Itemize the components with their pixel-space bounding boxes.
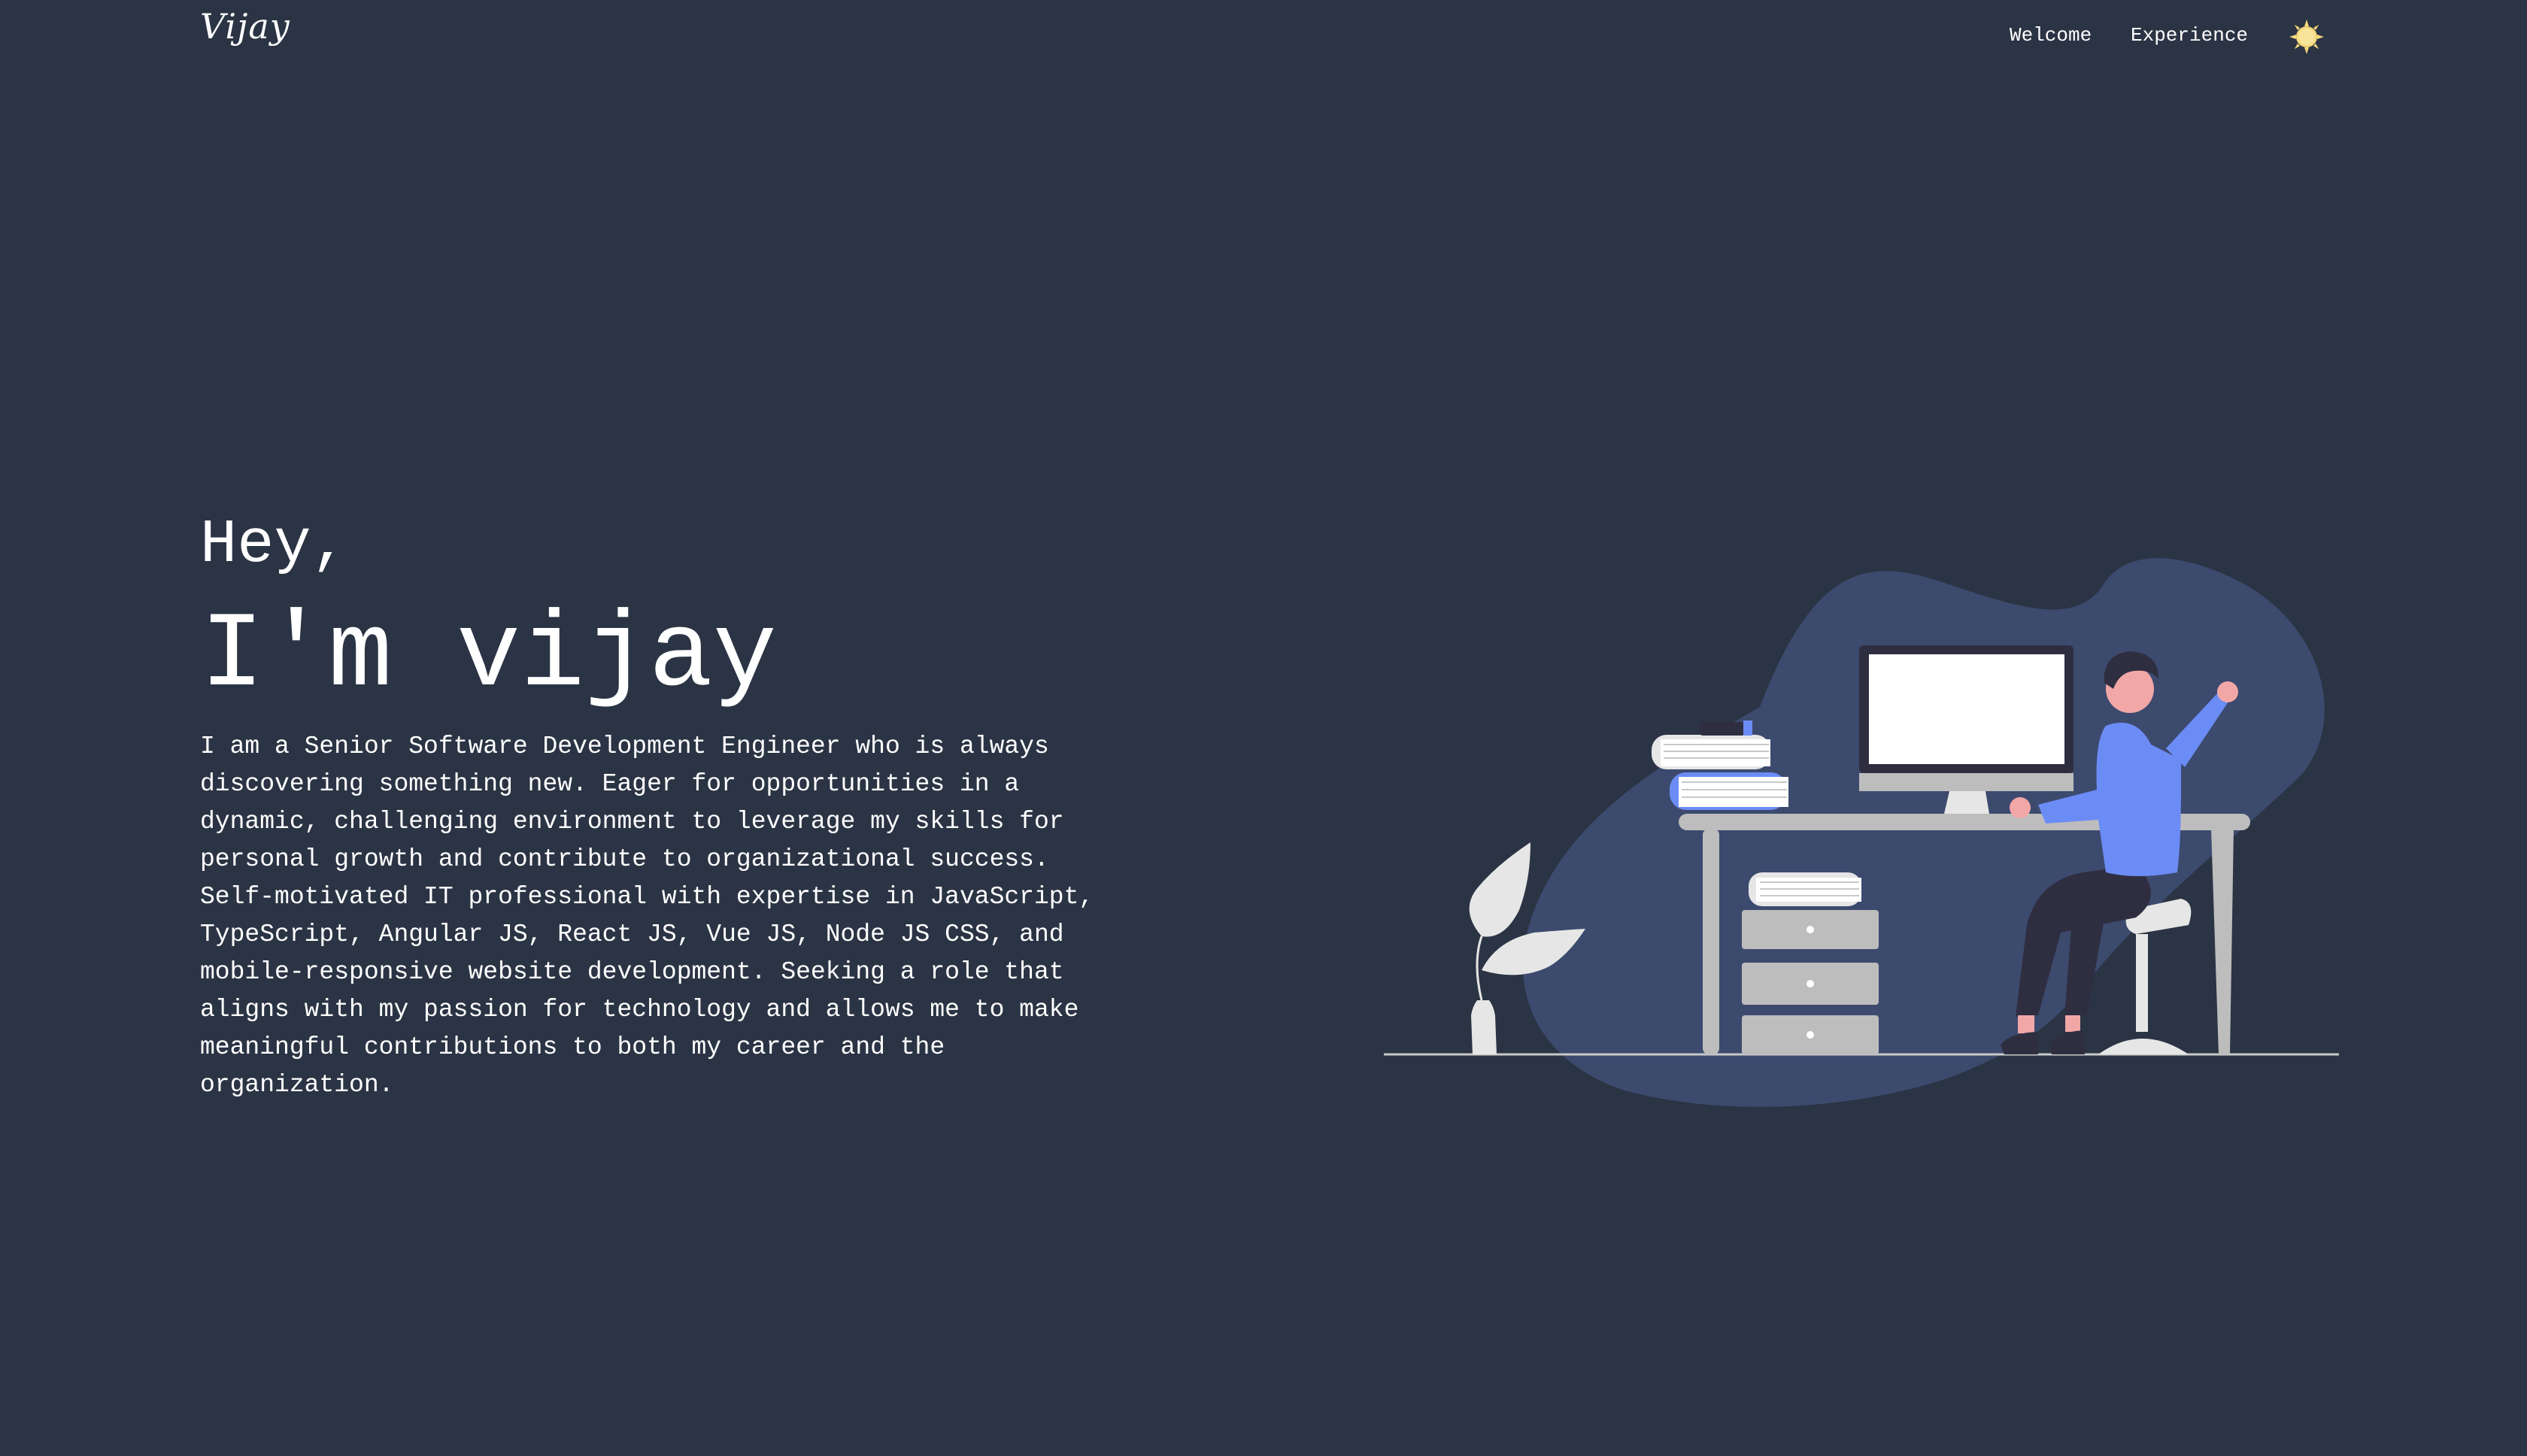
sun-icon xyxy=(2289,20,2324,54)
theme-toggle-button[interactable] xyxy=(2288,18,2325,56)
illustration-svg xyxy=(1384,558,2339,1107)
drawer-cabinet xyxy=(1742,872,1879,1054)
navbar: Vijay Welcome Experience xyxy=(0,0,2527,75)
background-blob xyxy=(1523,558,2325,1107)
nav-link-welcome[interactable]: Welcome xyxy=(2010,24,2092,47)
hero-name: I'm vijay xyxy=(200,596,777,717)
developer-at-desk-illustration xyxy=(1384,519,2362,1121)
monitor xyxy=(1859,645,2073,814)
nav-links: Welcome Experience xyxy=(0,21,2527,54)
nav-link-experience[interactable]: Experience xyxy=(2131,24,2248,47)
hero-bio: I am a Senior Software Development Engin… xyxy=(200,733,1094,1099)
hero-greeting: Hey, xyxy=(200,510,348,580)
hero-text: Hey, I'm vijay I am a Senior Software De… xyxy=(200,504,1133,1104)
